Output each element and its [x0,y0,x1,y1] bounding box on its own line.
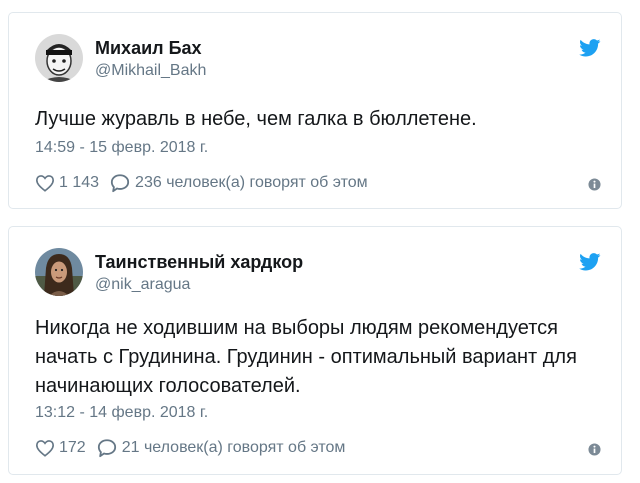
info-icon[interactable] [588,178,601,191]
replies-text: 236 человек(а) говорят об этом [135,174,368,191]
tweet-text-line: начинающих голосователей. [35,375,301,397]
twitter-bird-icon[interactable] [579,39,601,57]
tweet-timestamp[interactable]: 14:59 - 15 февр. 2018 г. [35,139,208,157]
tweet-actions: 1 143 236 человек(а) говорят об этом [35,172,368,194]
info-icon[interactable] [588,443,601,456]
tweet-card: Михаил Бах @Mikhail_Bakh Лучше журавль в… [8,12,622,209]
tweet-actions: 172 21 человек(а) говорят об этом [35,437,345,459]
author-name[interactable]: Таинственный хардкор [95,252,303,273]
reply-button[interactable]: 236 человек(а) говорят об этом [109,173,368,193]
like-button[interactable]: 1 143 [35,174,99,192]
tweet-text: Никогда не ходившим на выборы людям реко… [35,314,601,401]
tweet-card: Таинственный хардкор @nik_aragua Никогда… [8,226,622,475]
author-handle[interactable]: @nik_aragua [95,276,190,294]
tweet-text: Лучше журавль в небе, чем галка в бюллет… [35,108,477,130]
replies-text: 21 человек(а) говорят об этом [121,439,346,456]
like-count: 172 [59,439,86,456]
twitter-bird-icon[interactable] [579,253,601,271]
avatar[interactable] [35,34,83,82]
author-name[interactable]: Михаил Бах [95,38,202,59]
heart-icon [35,440,55,457]
tweet-timestamp[interactable]: 13:12 - 14 февр. 2018 г. [35,404,208,422]
author-handle[interactable]: @Mikhail_Bakh [95,62,206,80]
reply-icon [97,439,116,458]
reply-button[interactable]: 21 человек(а) говорят об этом [96,438,346,458]
tweet-text-line: Никогда не ходившим на выборы людям реко… [35,317,558,339]
tweet-text-line: начать с Грудинина. Грудинин - оптимальн… [35,346,577,368]
like-count: 1 143 [59,174,100,191]
heart-icon [35,175,55,192]
reply-icon [110,174,130,193]
avatar[interactable] [35,248,83,296]
like-button[interactable]: 172 [35,439,86,457]
